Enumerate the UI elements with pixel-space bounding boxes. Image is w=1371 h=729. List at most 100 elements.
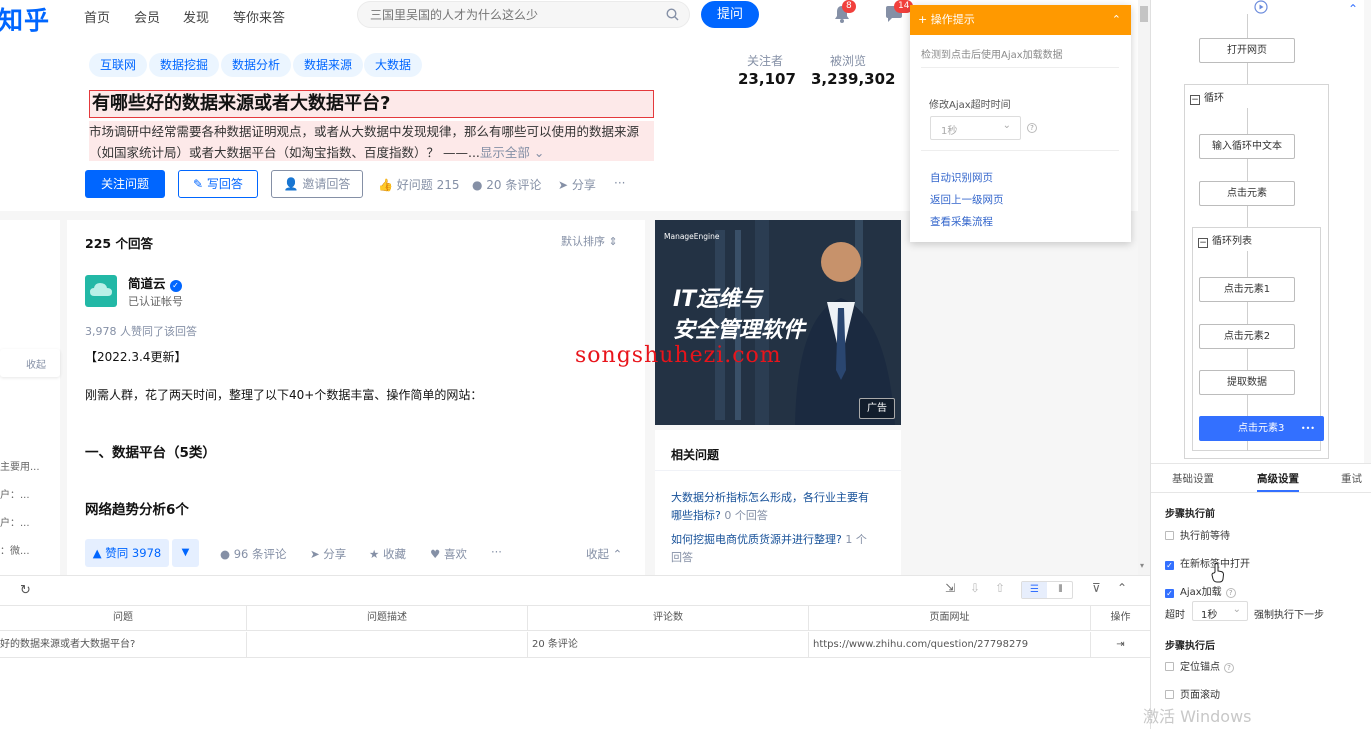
- upload-icon[interactable]: ⇧: [995, 581, 1005, 595]
- tab-basic-settings[interactable]: 基础设置: [1172, 471, 1214, 486]
- nav-home[interactable]: 首页: [84, 7, 110, 26]
- cell-comments[interactable]: 20 条评论: [528, 632, 809, 657]
- related-question-1[interactable]: 大数据分析指标怎么形成，各行业主要有 哪些指标? 0 个回答: [671, 489, 893, 525]
- node-click-1[interactable]: 点击元素1: [1199, 277, 1295, 302]
- help-icon[interactable]: ?: [1027, 123, 1037, 133]
- share-button[interactable]: ➤ 分享: [558, 176, 596, 193]
- scroll-checkbox[interactable]: 页面滚动: [1165, 686, 1220, 701]
- collapse-loop-list-icon[interactable]: −: [1198, 238, 1208, 248]
- checkbox-unchecked[interactable]: [1165, 531, 1174, 540]
- tag-data-source[interactable]: 数据来源: [293, 53, 364, 77]
- followers-value: 23,107: [738, 70, 796, 88]
- open-new-tab-checkbox[interactable]: ✓在新标签中打开: [1165, 555, 1250, 570]
- nav-discover[interactable]: 发现: [183, 7, 209, 26]
- checkbox-checked-icon[interactable]: ✓: [1165, 589, 1174, 598]
- timeout-select[interactable]: 1秒 ⌄: [1192, 601, 1248, 621]
- sort-dropdown[interactable]: 默认排序 ⇕: [561, 233, 618, 249]
- avatar[interactable]: [85, 275, 117, 307]
- follow-question-button[interactable]: 关注问题: [85, 170, 165, 198]
- tag-data-mining[interactable]: 数据挖掘: [149, 53, 220, 77]
- panel-collapse-icon[interactable]: ⌃: [1348, 2, 1358, 16]
- flow-scrollbar[interactable]: [1364, 0, 1371, 463]
- tag-data-analysis[interactable]: 数据分析: [221, 53, 292, 77]
- refresh-icon[interactable]: ↻: [20, 583, 31, 598]
- filter-icon[interactable]: ⊽: [1092, 581, 1101, 595]
- good-question-button[interactable]: 👍 好问题 215: [378, 176, 460, 193]
- loop-list-label[interactable]: − 循环列表: [1198, 232, 1252, 248]
- col-header-url[interactable]: 页面网址: [809, 606, 1091, 630]
- tag-big-data[interactable]: 大数据: [364, 53, 423, 77]
- anchor-checkbox[interactable]: 定位锚点?: [1165, 658, 1234, 673]
- back-page-link[interactable]: 返回上一级网页: [930, 192, 1004, 207]
- tab-retry[interactable]: 重试: [1341, 471, 1362, 486]
- cell-question[interactable]: 好的数据来源或者大数据平台?: [0, 632, 247, 657]
- write-answer-button[interactable]: ✎ 写回答: [178, 170, 258, 198]
- more-button[interactable]: ···: [614, 176, 625, 190]
- popup-collapse-icon[interactable]: ⌃: [1112, 13, 1121, 26]
- list-view-icon[interactable]: ☰: [1022, 582, 1047, 598]
- import-icon[interactable]: ⇩: [970, 581, 980, 595]
- node-open-page[interactable]: 打开网页: [1199, 38, 1295, 63]
- browser-scrollbar[interactable]: ▾: [1138, 0, 1150, 575]
- col-header-description[interactable]: 问题描述: [247, 606, 528, 630]
- chevron-down-icon[interactable]: ⌄: [530, 145, 544, 160]
- export-icon[interactable]: ⇲: [945, 581, 955, 595]
- vote-down-button[interactable]: ▼: [172, 539, 199, 567]
- ad-banner[interactable]: ManageEngine IT运维与 安全管理软件 广告: [655, 220, 901, 425]
- tab-advanced-settings[interactable]: 高级设置: [1257, 471, 1299, 492]
- nav-vip[interactable]: 会员: [134, 7, 160, 26]
- related-q1-count: 0 个回答: [720, 509, 768, 522]
- column-view-icon[interactable]: ⦀: [1048, 582, 1073, 598]
- help-icon[interactable]: ?: [1224, 663, 1234, 673]
- answer-share-button[interactable]: ➤ 分享: [310, 546, 346, 562]
- node-click-2[interactable]: 点击元素2: [1199, 324, 1295, 349]
- loop-label[interactable]: − 循环: [1190, 89, 1224, 105]
- wait-before-checkbox[interactable]: 执行前等待: [1165, 527, 1230, 542]
- node-more-icon[interactable]: •••: [1301, 417, 1315, 440]
- favorite-button[interactable]: ★ 收藏: [369, 546, 406, 562]
- scroll-down-icon[interactable]: ▾: [1140, 561, 1144, 570]
- node-extract-data[interactable]: 提取数据: [1199, 370, 1295, 395]
- popup-timeout-select[interactable]: 1秒 ⌄: [930, 116, 1021, 140]
- vote-up-button[interactable]: ▲ 赞同 3978: [85, 539, 169, 567]
- cloud-icon: [90, 283, 112, 296]
- answer-more-button[interactable]: ···: [491, 545, 502, 559]
- node-click-element[interactable]: 点击元素: [1199, 181, 1295, 206]
- related-title: 相关问题: [671, 448, 720, 462]
- collapse-loop-icon[interactable]: −: [1190, 95, 1200, 105]
- comments-label: 20 条评论: [486, 178, 542, 192]
- invite-answer-button[interactable]: 👤 邀请回答: [271, 170, 363, 198]
- nav-waiting[interactable]: 等你来答: [233, 7, 285, 26]
- collapse-side-button[interactable]: 收起: [0, 349, 60, 377]
- view-toggle[interactable]: ☰ ⦀: [1021, 581, 1073, 599]
- ask-button[interactable]: 提问: [701, 1, 759, 28]
- checkbox-checked-icon[interactable]: ✓: [1165, 561, 1174, 570]
- show-all-link[interactable]: 显示全部: [480, 145, 530, 160]
- answer-comments-button[interactable]: ● 96 条评论: [220, 546, 287, 562]
- like-button[interactable]: ♥ 喜欢: [430, 546, 467, 562]
- related-question-2[interactable]: 如何挖掘电商优质货源并进行整理? 1 个回答: [671, 531, 893, 567]
- ajax-checkbox[interactable]: ✓ Ajax加载?: [1165, 583, 1236, 598]
- collapse-answer-button[interactable]: 收起 ⌃: [586, 546, 622, 562]
- node-input-text[interactable]: 输入循环中文本: [1199, 134, 1295, 159]
- cell-description[interactable]: [247, 632, 528, 657]
- checkbox-unchecked[interactable]: [1165, 662, 1174, 671]
- row-action-icon[interactable]: ⇥: [1091, 632, 1150, 657]
- author-name[interactable]: 简道云 ✓: [128, 273, 182, 292]
- node-click-3[interactable]: 点击元素3 •••: [1199, 416, 1324, 441]
- checkbox-unchecked[interactable]: [1165, 690, 1174, 699]
- collapse-panel-icon[interactable]: ⌃: [1117, 581, 1127, 595]
- col-header-question[interactable]: 问题: [0, 606, 247, 630]
- cell-url[interactable]: https://www.zhihu.com/question/27798279: [809, 632, 1091, 657]
- search-icon[interactable]: [666, 8, 679, 21]
- play-icon[interactable]: [1254, 0, 1268, 14]
- scroll-thumb[interactable]: [1140, 6, 1148, 22]
- search-input[interactable]: [370, 6, 650, 24]
- col-header-comments[interactable]: 评论数: [528, 606, 809, 630]
- zhihu-logo[interactable]: 知乎: [0, 1, 50, 37]
- tag-internet[interactable]: 互联网: [89, 53, 148, 77]
- help-icon[interactable]: ?: [1225, 588, 1236, 598]
- view-flow-link[interactable]: 查看采集流程: [930, 214, 993, 229]
- auto-detect-link[interactable]: 自动识别网页: [930, 170, 993, 185]
- comments-button[interactable]: ● 20 条评论: [472, 176, 541, 193]
